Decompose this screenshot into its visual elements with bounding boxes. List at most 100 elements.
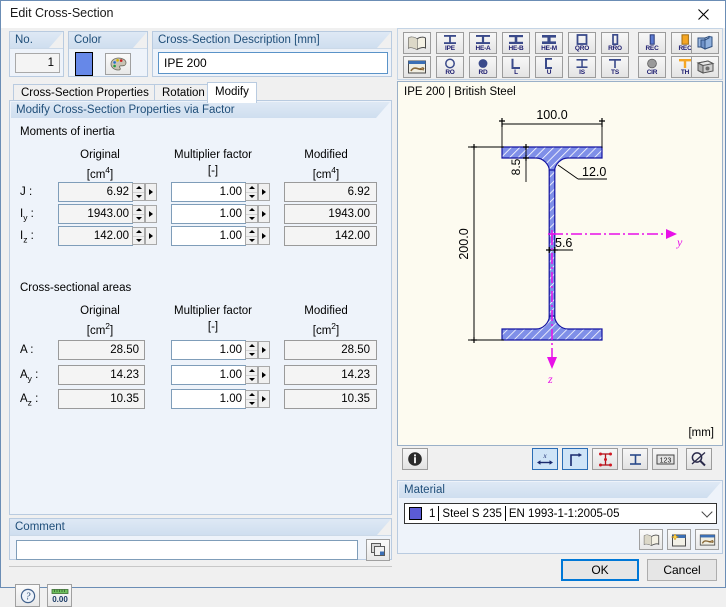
show-numbering-button[interactable]: 123 xyxy=(652,448,678,470)
close-icon[interactable] xyxy=(681,1,725,27)
factor-j-field[interactable]: 1.00 xyxy=(171,182,246,202)
thin-walled-button[interactable] xyxy=(691,32,719,54)
factor-j-spin-buttons[interactable] xyxy=(245,183,258,201)
factor-iz-more-icon[interactable] xyxy=(258,227,270,245)
ts-button[interactable]: TS xyxy=(601,56,629,78)
factor-iz-field[interactable]: 1.00 xyxy=(171,226,246,246)
cir-button[interactable]: CIR xyxy=(638,56,666,78)
original-j-spinner[interactable]: 6.92 xyxy=(58,182,158,202)
cancel-button[interactable]: Cancel xyxy=(647,559,717,581)
comment-group: Comment xyxy=(9,518,392,560)
original-iy-spinner[interactable]: 1943.00 xyxy=(58,204,158,224)
is-button[interactable]: IS xyxy=(568,56,596,78)
spin-up-icon[interactable] xyxy=(246,228,257,237)
heb-button[interactable]: HE-B xyxy=(502,32,530,54)
factor-a-field[interactable]: 1.00 xyxy=(171,340,246,360)
factor-ay-spin-buttons[interactable] xyxy=(245,366,258,384)
zoom-reset-button[interactable] xyxy=(686,448,712,470)
palette-icon[interactable] xyxy=(105,53,131,75)
l-button[interactable]: L xyxy=(502,56,530,78)
spin-up-icon[interactable] xyxy=(133,206,144,215)
spin-down-icon[interactable] xyxy=(246,351,257,359)
factor-ay-field[interactable]: 1.00 xyxy=(171,365,246,385)
original-iz-spin-buttons[interactable] xyxy=(132,227,145,245)
ro-button[interactable]: RO xyxy=(436,56,464,78)
rro-button[interactable]: RRO xyxy=(601,32,629,54)
info-button[interactable] xyxy=(402,448,428,470)
spin-down-icon[interactable] xyxy=(246,376,257,384)
spin-up-icon[interactable] xyxy=(133,184,144,193)
comment-input[interactable] xyxy=(16,540,358,560)
rd-button[interactable]: RD xyxy=(469,56,497,78)
material-new-button[interactable] xyxy=(667,529,691,550)
factor-j-more-icon[interactable] xyxy=(258,183,270,201)
color-swatch[interactable] xyxy=(75,52,93,76)
u-button[interactable]: U xyxy=(535,56,563,78)
chevron-down-icon[interactable] xyxy=(703,508,711,516)
show-axes-button[interactable] xyxy=(562,448,588,470)
qro-button[interactable]: QRO xyxy=(568,32,596,54)
tab-modify[interactable]: Modify xyxy=(207,82,257,103)
spin-up-icon[interactable] xyxy=(246,342,257,351)
material-select[interactable]: 1 Steel S 235 EN 1993-1-1:2005-05 xyxy=(404,503,717,524)
factor-iy-spinner[interactable]: 1.00 xyxy=(171,204,271,224)
tab-rotation[interactable]: Rotation xyxy=(154,84,213,101)
library-button[interactable] xyxy=(403,32,431,54)
factor-j-spinner[interactable]: 1.00 xyxy=(171,182,271,202)
factor-iz-spinner[interactable]: 1.00 xyxy=(171,226,271,246)
show-parts-button[interactable] xyxy=(622,448,648,470)
factor-az-spin-buttons[interactable] xyxy=(245,390,258,408)
factor-iy-spin-buttons[interactable] xyxy=(245,205,258,223)
tab-cross-section-properties[interactable]: Cross-Section Properties xyxy=(13,84,157,101)
spin-down-icon[interactable] xyxy=(246,237,257,245)
spin-down-icon[interactable] xyxy=(133,237,144,245)
original-j-more-icon[interactable] xyxy=(145,183,157,201)
spin-down-icon[interactable] xyxy=(246,193,257,201)
factor-iy-field[interactable]: 1.00 xyxy=(171,204,246,224)
spin-down-icon[interactable] xyxy=(133,215,144,223)
help-icon[interactable]: ? xyxy=(15,584,40,607)
original-iz-more-icon[interactable] xyxy=(145,227,157,245)
original-iy-spin-buttons[interactable] xyxy=(132,205,145,223)
hea-button[interactable]: HE-A xyxy=(469,32,497,54)
spin-down-icon[interactable] xyxy=(246,400,257,408)
show-dimensions-button[interactable]: x xyxy=(532,448,558,470)
original-iy-field[interactable]: 1943.00 xyxy=(58,204,133,224)
hem-button[interactable]: HE-M xyxy=(535,32,563,54)
original-j-field[interactable]: 6.92 xyxy=(58,182,133,202)
material-import-button[interactable] xyxy=(695,529,719,550)
factor-az-field[interactable]: 1.00 xyxy=(171,389,246,409)
material-library-button[interactable] xyxy=(639,529,663,550)
factor-ay-more-icon[interactable] xyxy=(258,366,270,384)
factor-a-spinner[interactable]: 1.00 xyxy=(171,340,271,360)
factor-iz-spin-buttons[interactable] xyxy=(245,227,258,245)
original-iz-field[interactable]: 142.00 xyxy=(58,226,133,246)
ipe-button[interactable]: IPE xyxy=(436,32,464,54)
original-iz-spinner[interactable]: 142.00 xyxy=(58,226,158,246)
copy-icon[interactable] xyxy=(366,539,390,561)
description-input[interactable]: IPE 200 xyxy=(158,52,388,74)
factor-az-more-icon[interactable] xyxy=(258,390,270,408)
spin-up-icon[interactable] xyxy=(133,228,144,237)
cross-section-number-field[interactable]: 1 xyxy=(15,53,60,73)
spin-down-icon[interactable] xyxy=(246,215,257,223)
ok-button[interactable]: OK xyxy=(561,559,639,581)
factor-a-spin-buttons[interactable] xyxy=(245,341,258,359)
original-iy-more-icon[interactable] xyxy=(145,205,157,223)
rec-solid-button[interactable]: REC xyxy=(638,32,666,54)
spin-up-icon[interactable] xyxy=(246,184,257,193)
solid-block-button[interactable] xyxy=(691,56,719,78)
factor-ay-spinner[interactable]: 1.00 xyxy=(171,365,271,385)
spin-up-icon[interactable] xyxy=(246,391,257,400)
spin-down-icon[interactable] xyxy=(133,193,144,201)
import-button[interactable] xyxy=(403,56,431,78)
original-j-spin-buttons[interactable] xyxy=(132,183,145,201)
cross-section-viewer[interactable]: IPE 200 | British Steel [mm] xyxy=(397,81,723,446)
spin-up-icon[interactable] xyxy=(246,367,257,376)
units-icon[interactable]: 0.00 xyxy=(47,584,72,607)
show-stress-points-button[interactable] xyxy=(592,448,618,470)
factor-iy-more-icon[interactable] xyxy=(258,205,270,223)
factor-a-more-icon[interactable] xyxy=(258,341,270,359)
factor-az-spinner[interactable]: 1.00 xyxy=(171,389,271,409)
spin-up-icon[interactable] xyxy=(246,206,257,215)
